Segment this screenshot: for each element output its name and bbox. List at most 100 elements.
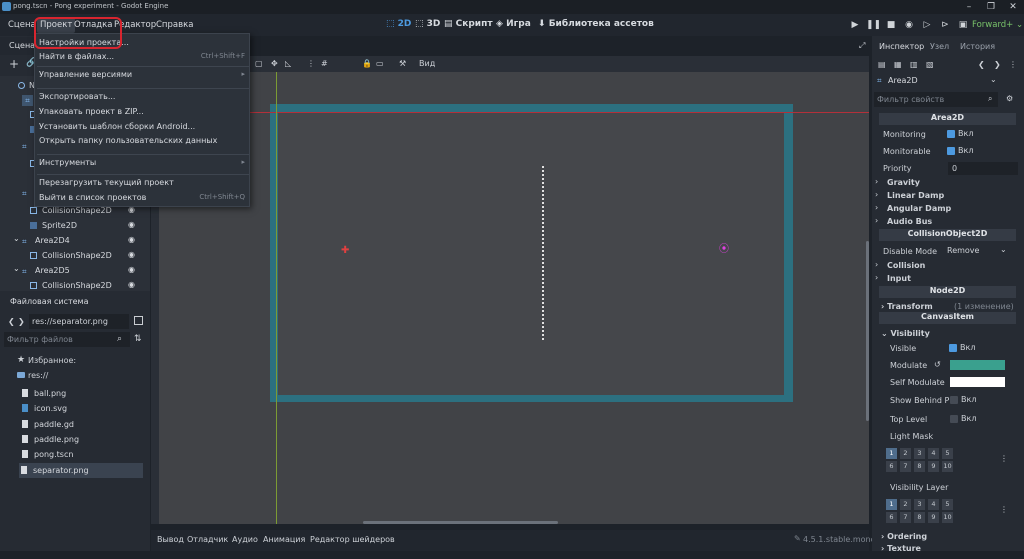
- group-icon[interactable]: ▭: [376, 59, 384, 68]
- layer-cell[interactable]: 9: [928, 512, 939, 523]
- workspace-2d[interactable]: ⬚ 2D: [386, 19, 411, 29]
- project-menu-item[interactable]: Открыть папку пользовательских данных: [39, 136, 247, 149]
- prop-show-behind-parent[interactable]: Show Behind P Вкл: [872, 393, 1022, 409]
- movie-icon[interactable]: ▣: [956, 18, 970, 32]
- layer-cell[interactable]: 4: [928, 499, 939, 510]
- visibility-eye-icon[interactable]: ◉: [128, 280, 135, 289]
- prop-self-modulate[interactable]: Self Modulate: [872, 375, 1022, 391]
- project-menu-item[interactable]: Упаковать проект в ZIP...: [39, 107, 247, 120]
- play-scene-icon[interactable]: ▷: [920, 18, 934, 32]
- vertical-scrollbar[interactable]: [866, 241, 869, 421]
- settings-icon[interactable]: ⚙: [1006, 94, 1013, 103]
- visible-checkbox[interactable]: [949, 343, 957, 352]
- tab-scene[interactable]: Сцена: [9, 41, 35, 50]
- self-modulate-color-swatch[interactable]: [950, 377, 1005, 387]
- fullscreen-icon[interactable]: ⤢: [859, 41, 865, 51]
- scale-tool-icon[interactable]: ◺: [285, 59, 291, 68]
- layer-cell[interactable]: 10: [942, 512, 953, 523]
- show-behind-checkbox[interactable]: [950, 395, 958, 404]
- viewport-2d[interactable]: ✚ ⦿: [151, 56, 869, 524]
- light-mask-grid[interactable]: 1 2 3 4 5 6 7 8 9 10: [886, 448, 958, 472]
- chevron-down-icon[interactable]: ⌄: [13, 234, 20, 243]
- forward-arrow-icon[interactable]: ❯: [18, 317, 25, 326]
- layer-cell[interactable]: 5: [942, 499, 953, 510]
- property-filter-input[interactable]: Фильтр свойств: [874, 92, 998, 107]
- res-root-label[interactable]: res://: [28, 371, 48, 380]
- pink-node-icon[interactable]: ⦿: [719, 240, 729, 255]
- stop-icon[interactable]: ■: [884, 18, 898, 32]
- prop-monitoring[interactable]: Monitoring Вкл: [872, 127, 1022, 143]
- layer-cell[interactable]: 4: [928, 448, 939, 459]
- file-item[interactable]: paddle.gd: [4, 417, 144, 432]
- visibility-eye-icon[interactable]: ◉: [128, 250, 135, 259]
- minimize-button[interactable]: –: [962, 1, 976, 13]
- skeleton-icon[interactable]: ⚒: [399, 59, 406, 68]
- pin-icon[interactable]: ✎: [794, 534, 801, 543]
- monitoring-checkbox[interactable]: [947, 129, 955, 138]
- workspace-assetlib[interactable]: ⬇ Библиотека ассетов: [538, 19, 654, 29]
- prop-visible[interactable]: Visible Вкл: [872, 341, 1022, 357]
- layer-cell[interactable]: 8: [914, 461, 925, 472]
- snap-icon[interactable]: ⋮: [307, 59, 315, 68]
- layer-cell[interactable]: 2: [900, 448, 911, 459]
- lock-icon[interactable]: 🔒: [362, 59, 372, 68]
- project-menu-item[interactable]: Выйти в список проектов Ctrl+Shift+Q: [39, 193, 247, 206]
- file-filter-input[interactable]: Фильтр файлов: [4, 332, 130, 347]
- bottom-tab[interactable]: Вывод: [157, 535, 184, 544]
- layer-cell[interactable]: 8: [914, 512, 925, 523]
- layer-cell[interactable]: 6: [886, 512, 897, 523]
- add-node-icon[interactable]: +: [9, 57, 19, 71]
- tree-row[interactable]: CollisionShape2D ◉: [0, 278, 150, 293]
- project-menu-item[interactable]: Инструменты ▸: [39, 158, 247, 171]
- tab-history[interactable]: История: [960, 42, 995, 51]
- play-icon[interactable]: ▶: [848, 18, 862, 32]
- layer-cell[interactable]: 1: [886, 448, 897, 459]
- tree-row[interactable]: CollisionShape2D ◉: [0, 248, 150, 263]
- project-menu-item[interactable]: Установить шаблон сборки Android...: [39, 122, 247, 135]
- move-tool-icon[interactable]: ✥: [271, 59, 278, 68]
- visibility-eye-icon[interactable]: ◉: [128, 265, 135, 274]
- file-item[interactable]: separator.png: [19, 462, 143, 478]
- bottom-tab[interactable]: Отладчик: [187, 535, 228, 544]
- file-item[interactable]: pong.tscn: [4, 447, 144, 462]
- view-menu[interactable]: Вид: [419, 59, 435, 68]
- move-gizmo-icon[interactable]: ✚: [341, 245, 349, 256]
- layer-cell[interactable]: 7: [900, 512, 911, 523]
- prop-monitorable[interactable]: Monitorable Вкл: [872, 144, 1022, 160]
- prop-priority[interactable]: Priority 0: [872, 161, 1022, 177]
- play-custom-icon[interactable]: ⊳: [938, 18, 952, 32]
- tab-node[interactable]: Узел: [930, 42, 949, 51]
- node-selector[interactable]: Area2D: [888, 76, 918, 85]
- layer-cell[interactable]: 10: [942, 461, 953, 472]
- pause-icon[interactable]: ❚❚: [866, 18, 881, 32]
- prev-arrow-icon[interactable]: ❮: [978, 60, 985, 69]
- path-field[interactable]: res://separator.png: [29, 314, 129, 329]
- prop-disable-mode[interactable]: Disable Mode Remove ⌄: [872, 244, 1022, 260]
- renderer-select[interactable]: Forward+ ⌄: [972, 20, 1023, 30]
- section-canvasitem[interactable]: CanvasItem: [879, 312, 1016, 324]
- tab-inspector[interactable]: Инспектор: [879, 42, 924, 51]
- bottom-tab[interactable]: Анимация: [263, 535, 305, 544]
- load-resource-icon[interactable]: ▦: [894, 60, 902, 69]
- sort-icon[interactable]: ⇅: [134, 334, 142, 344]
- remote-debug-icon[interactable]: ◉: [902, 18, 916, 32]
- chevron-down-icon[interactable]: ⌄: [13, 264, 20, 273]
- save-resource-icon[interactable]: ▥: [910, 60, 918, 69]
- top-level-checkbox[interactable]: [950, 414, 958, 423]
- light-mask-menu-icon[interactable]: ⋮: [1000, 454, 1008, 463]
- close-button[interactable]: ✕: [1006, 1, 1020, 13]
- reset-icon[interactable]: ↺: [934, 360, 941, 369]
- visibility-layer-menu-icon[interactable]: ⋮: [1000, 505, 1008, 514]
- layer-cell[interactable]: 6: [886, 461, 897, 472]
- project-menu-item[interactable]: Управление версиями ▸: [39, 70, 247, 83]
- resource-icon[interactable]: ▧: [926, 60, 934, 69]
- file-item[interactable]: paddle.png: [4, 432, 144, 447]
- tree-row[interactable]: Sprite2D ◉: [0, 218, 150, 233]
- project-menu-item[interactable]: Перезагрузить текущий проект: [39, 178, 247, 191]
- tree-row[interactable]: Area2D4 ⌗ ◉ ⌄: [0, 233, 150, 248]
- layer-cell[interactable]: 9: [928, 461, 939, 472]
- modulate-color-swatch[interactable]: [950, 360, 1005, 370]
- select-tool-icon[interactable]: ▢: [255, 59, 263, 68]
- prop-top-level[interactable]: Top Level Вкл: [872, 412, 1022, 428]
- workspace-3d[interactable]: ⬚ 3D: [415, 19, 440, 29]
